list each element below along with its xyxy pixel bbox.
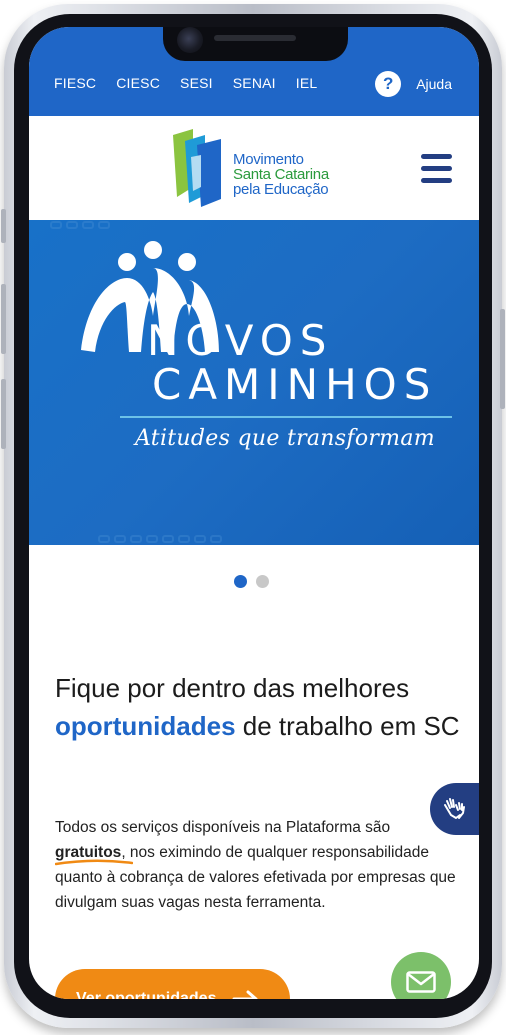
volume-down-button <box>1 379 6 449</box>
link-ciesc[interactable]: CIESC <box>116 75 160 91</box>
carousel-dot-1[interactable] <box>234 575 247 588</box>
carousel-indicators <box>234 575 269 588</box>
orange-underline-icon <box>55 859 133 866</box>
section-headline: Fique por dentro das melhores oportunida… <box>55 669 475 745</box>
notch <box>163 27 348 61</box>
link-iel[interactable]: IEL <box>296 75 318 91</box>
envelope-icon <box>406 971 436 993</box>
paragraph-text-start: Todos os serviços disponíveis na Platafo… <box>55 819 391 836</box>
hero-banner[interactable]: NOVOS CAMINHOS Atitudes que transformam <box>29 220 479 545</box>
cta-label: Ver oportunidades <box>76 990 217 999</box>
banner-title-line-1: NOVOS <box>147 316 334 365</box>
site-header: Movimento Santa Catarina pela Educação <box>29 116 479 220</box>
disclaimer-paragraph: Todos os serviços disponíveis na Platafo… <box>55 815 465 915</box>
sign-language-hands-icon <box>443 798 465 819</box>
earpiece-speaker <box>214 35 296 41</box>
front-camera-icon <box>177 27 203 53</box>
banner-divider <box>120 416 452 418</box>
link-sesi[interactable]: SESI <box>180 75 213 91</box>
link-fiesc[interactable]: FIESC <box>54 75 96 91</box>
headline-text-start: Fique por dentro das melhores <box>55 673 410 703</box>
banner-title-line-2: CAMINHOS <box>152 360 438 409</box>
volume-up-button <box>1 284 6 354</box>
help-link[interactable]: ? Ajuda <box>375 71 452 97</box>
accessibility-button[interactable] <box>430 783 479 835</box>
banner-title: NOVOS CAMINHOS <box>147 319 437 407</box>
see-opportunities-button[interactable]: Ver oportunidades <box>55 969 290 999</box>
logo-mark-icon <box>173 129 221 207</box>
help-label: Ajuda <box>416 76 452 92</box>
power-button <box>500 309 505 409</box>
logo-line-3: pela Educação <box>233 181 329 198</box>
logo-wordmark: Movimento Santa Catarina pela Educação <box>233 152 329 197</box>
headline-accent: oportunidades <box>55 711 236 741</box>
hamburger-menu-icon[interactable] <box>421 154 452 184</box>
question-circle-icon: ? <box>375 71 402 97</box>
link-senai[interactable]: SENAI <box>233 75 276 91</box>
phone-screen: FIESC CIESC SESI SENAI IEL ? Ajuda Movim… <box>29 27 479 999</box>
carousel-dot-2[interactable] <box>256 575 269 588</box>
banner-subtitle: Atitudes que transformam <box>135 426 435 451</box>
mute-switch <box>1 209 6 243</box>
site-logo[interactable]: Movimento Santa Catarina pela Educação <box>171 127 371 211</box>
headline-text-end: de trabalho em SC <box>235 711 460 741</box>
logo-line-1: Movimento <box>233 151 304 168</box>
logo-line-2: Santa Catarina <box>233 166 329 183</box>
institution-links: FIESC CIESC SESI SENAI IEL <box>54 75 337 91</box>
paragraph-bold: gratuitos <box>55 844 133 866</box>
arrow-right-icon <box>232 990 258 999</box>
contact-mail-button[interactable] <box>391 952 451 999</box>
